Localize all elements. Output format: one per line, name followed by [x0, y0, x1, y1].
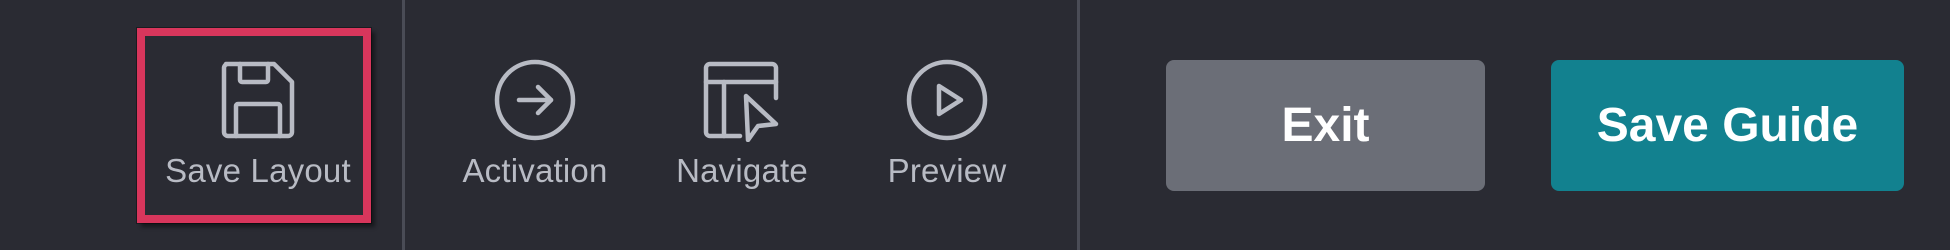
exit-button[interactable]: Exit: [1166, 60, 1485, 191]
play-circle-icon: [905, 58, 989, 142]
guide-editor-toolbar: Save Layout Activation Navigate Preview …: [0, 0, 1950, 250]
activation-button[interactable]: Activation: [445, 0, 625, 250]
save-guide-button[interactable]: Save Guide: [1551, 60, 1904, 191]
preview-button[interactable]: Preview: [857, 0, 1037, 250]
save-layout-label: Save Layout: [165, 152, 351, 189]
activation-label: Activation: [462, 152, 608, 189]
floppy-disk-icon: [216, 58, 300, 142]
toolbar-divider: [402, 0, 405, 250]
arrow-right-circle-icon: [493, 58, 577, 142]
preview-label: Preview: [887, 152, 1007, 189]
toolbar-divider: [1077, 0, 1080, 250]
navigate-button[interactable]: Navigate: [652, 0, 832, 250]
save-layout-button[interactable]: Save Layout: [140, 0, 376, 250]
layout-pointer-icon: [700, 58, 784, 142]
navigate-label: Navigate: [676, 152, 808, 189]
